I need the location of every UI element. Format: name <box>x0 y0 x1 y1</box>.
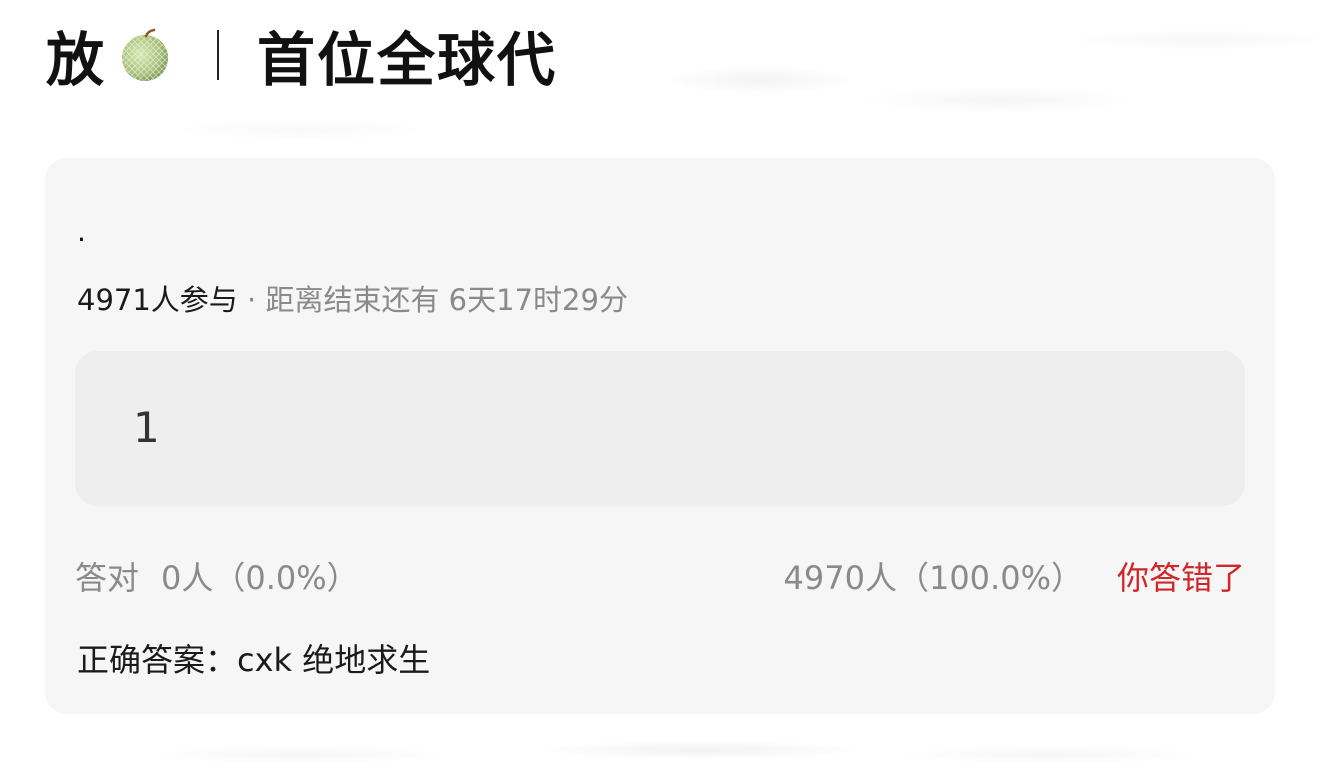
meta-separator: · <box>247 283 257 317</box>
melon-icon <box>117 27 173 83</box>
poll-option[interactable]: 1 <box>75 351 1245 506</box>
poll-meta: 4971人参与 · 距离结束还有 6天17时29分 <box>77 278 628 322</box>
poll-question: · <box>77 223 86 256</box>
poll-deadline: 距离结束还有 6天17时29分 <box>265 283 628 317</box>
correct-count: 0人（0.0%） <box>161 559 359 597</box>
correct-answer: 正确答案：cxk 绝地求生 <box>77 641 431 679</box>
header-title-left: 放 <box>46 26 106 94</box>
correct-stats: 答对 0人（0.0%） <box>75 556 359 600</box>
header-divider <box>217 30 220 80</box>
page-header: 放 首位全球代 <box>46 14 557 96</box>
correct-label: 答对 <box>75 559 140 597</box>
wrong-count: 4970人（100.0%） <box>783 559 1083 597</box>
result-badge: 你答错了 <box>1116 559 1245 597</box>
option-label: 1 <box>133 403 160 452</box>
wrong-stats: 4970人（100.0%） 你答错了 <box>784 556 1245 600</box>
poll-card: · 4971人参与 · 距离结束还有 6天17时29分 1 答对 0人（0.0%）… <box>45 158 1275 714</box>
participant-count: 4971人参与 <box>77 283 238 317</box>
header-title-right: 首位全球代 <box>257 26 558 94</box>
poll-stats: 答对 0人（0.0%） 4970人（100.0%） 你答错了 <box>75 556 1245 600</box>
